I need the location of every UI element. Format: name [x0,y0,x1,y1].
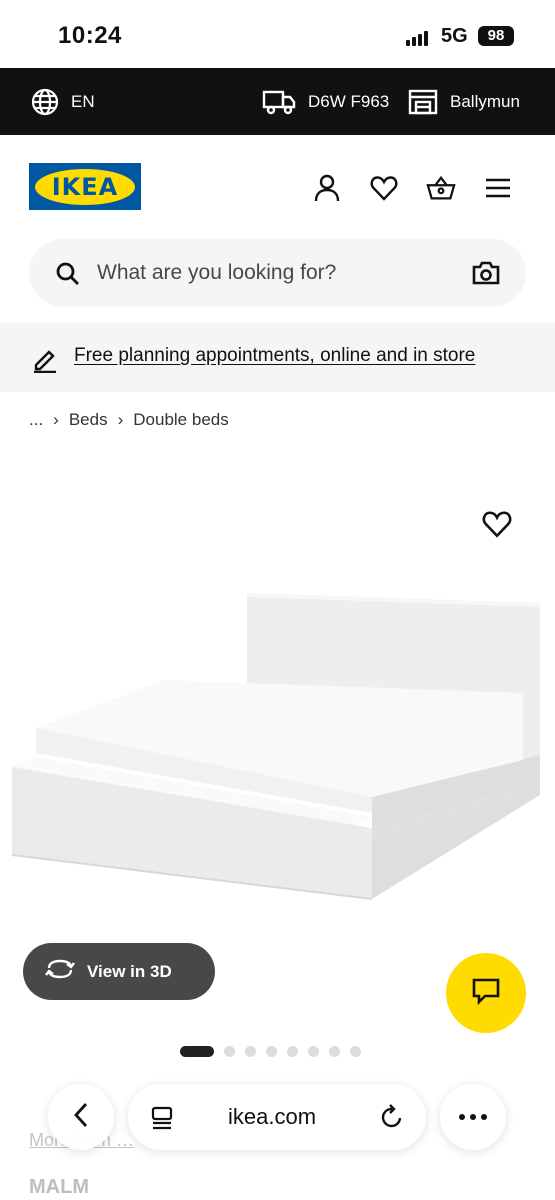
search-icon[interactable] [55,261,81,292]
language-selector[interactable]: EN [31,68,95,135]
back-button[interactable] [48,1084,114,1150]
battery-indicator: 98 [478,26,514,46]
tabs-icon[interactable] [150,1106,174,1135]
ikea-logo[interactable]: IKEA [29,163,141,210]
globe-icon [31,88,59,116]
carousel-dot[interactable] [224,1045,235,1057]
delivery-truck-icon [262,89,296,115]
product-name: MALM [29,1176,89,1198]
heart-icon[interactable] [369,173,399,203]
product-image-bed[interactable] [0,585,555,915]
url-text[interactable]: ikea.com [228,1104,316,1130]
camera-icon[interactable] [471,260,501,291]
chevron-right-icon: › [117,410,124,429]
store-label: Ballymun [450,91,520,111]
status-time: 10:24 [58,22,122,49]
basket-icon[interactable] [426,173,456,203]
carousel-dot[interactable] [287,1045,298,1057]
rotate-3d-icon [45,958,75,985]
search-input[interactable]: What are you looking for? [97,261,336,285]
profile-icon[interactable] [312,173,342,203]
image-carousel-dots [180,1045,361,1057]
postcode-label: D6W F963 [308,91,390,111]
more-options-button[interactable] [440,1084,506,1150]
carousel-dot[interactable] [329,1045,340,1057]
network-label: 5G [441,25,468,47]
signal-icon [406,30,432,46]
chat-icon [471,976,501,1011]
browser-toolbar: ikea.com [48,1084,506,1150]
carousel-dot[interactable] [245,1045,256,1057]
site-header: IKEA [0,135,555,235]
store-selector[interactable]: Ballymun [408,68,520,135]
chat-button[interactable] [446,953,526,1033]
reload-icon[interactable] [380,1104,404,1135]
view-in-3d-button[interactable]: View in 3D [23,943,215,1000]
carousel-dot[interactable] [308,1045,319,1057]
language-label: EN [71,91,95,111]
chevron-left-icon [73,1101,89,1134]
promo-banner[interactable]: Free planning appointments, online and i… [0,323,555,392]
carousel-dot[interactable] [180,1045,214,1057]
breadcrumb-beds[interactable]: Beds [69,410,108,430]
view-in-3d-label: View in 3D [87,961,172,981]
breadcrumb: ... › Beds › Double beds [29,410,229,430]
address-bar[interactable]: ikea.com [128,1084,426,1150]
carousel-dot[interactable] [266,1045,277,1057]
delivery-location[interactable]: D6W F963 [262,68,389,135]
store-icon [408,89,438,115]
breadcrumb-ellipsis[interactable]: ... [29,410,43,430]
breadcrumb-double-beds[interactable]: Double beds [133,410,228,430]
chevron-right-icon: › [53,410,59,429]
menu-icon[interactable] [483,173,513,203]
search-bar[interactable]: What are you looking for? [29,239,526,307]
promo-link[interactable]: Free planning appointments, online and i… [74,345,475,367]
logo-text: IKEA [51,172,119,201]
carousel-dot[interactable] [350,1045,361,1057]
add-to-wishlist-heart-icon[interactable] [482,510,512,543]
status-bar: 10:24 5G 98 [0,0,555,68]
pencil-icon [31,345,59,378]
top-utility-bar: EN D6W F963 Ballymun [0,68,555,135]
